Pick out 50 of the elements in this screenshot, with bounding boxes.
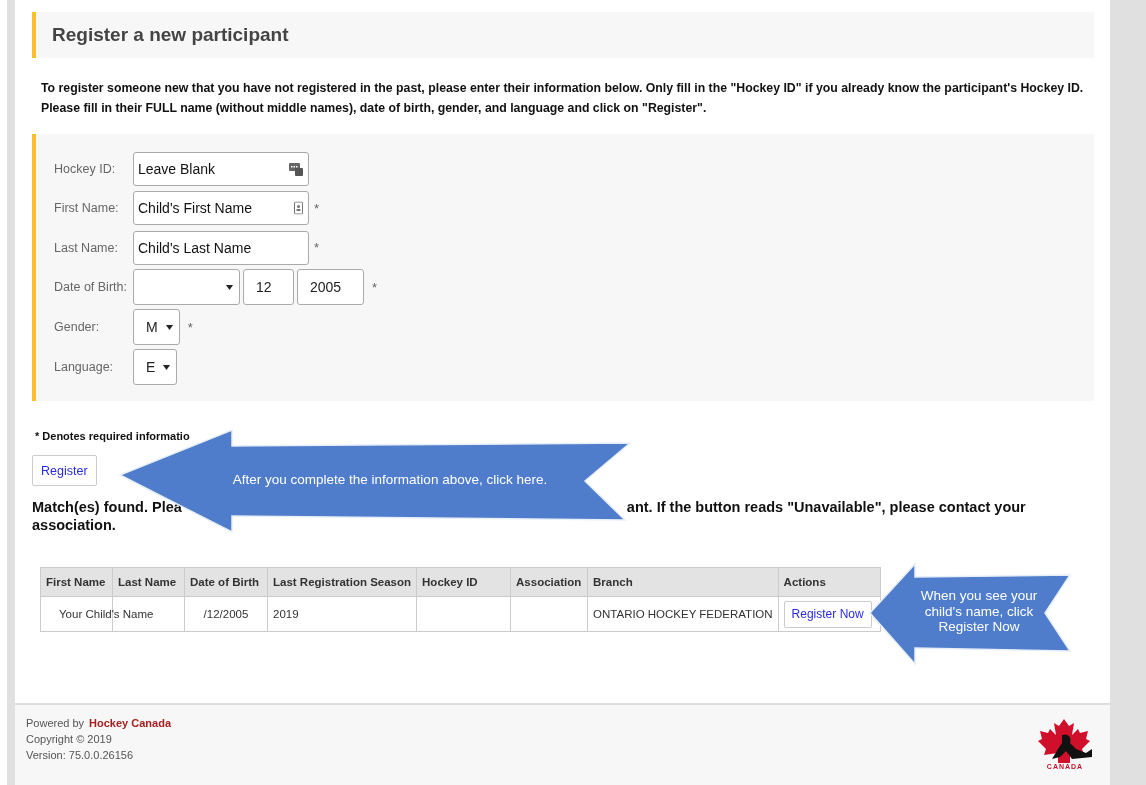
matches-text: association.: [32, 516, 116, 534]
text-field[interactable]: Child's Last Name: [133, 230, 309, 265]
date-select[interactable]: [133, 269, 240, 306]
required-mark: *: [314, 201, 320, 216]
column-header: Hockey ID: [416, 567, 511, 597]
dropdown-caret-icon: [226, 285, 233, 290]
version-text: Version: 75.0.0.26156: [26, 749, 135, 761]
table-cell: Your Child's Name: [59, 608, 154, 620]
powered-by-text: Powered by: [26, 717, 85, 729]
column-header: Branch: [587, 567, 779, 597]
required-note: * Denotes required informatio: [35, 429, 191, 443]
brand-link[interactable]: Hockey Canada: [89, 717, 172, 729]
contact-card-icon: [294, 202, 303, 215]
table-cell: 2019: [267, 596, 417, 632]
column-header: Association: [510, 567, 588, 597]
table-cell: ONTARIO HOCKEY FEDERATION: [587, 596, 779, 632]
dropdown-select[interactable]: E: [133, 349, 178, 386]
field-label: Language:: [54, 360, 115, 375]
required-mark: *: [372, 280, 378, 295]
field-label: Hockey ID:: [54, 162, 117, 177]
page-title: Register a new participant: [52, 24, 289, 46]
register-now-button[interactable]: Register Now: [783, 600, 872, 628]
callout-text: When you see your child's name, click Register Now: [919, 588, 1039, 635]
maple-leaf-logo-icon: [1036, 719, 1094, 763]
dropdown-caret-icon: [163, 365, 171, 370]
text-field[interactable]: Leave Blank: [133, 152, 309, 187]
register-button[interactable]: Register: [32, 455, 97, 486]
table-cell: /12/2005: [184, 596, 268, 632]
id-card-icon: [289, 162, 303, 177]
field-label: Last Name:: [54, 240, 119, 255]
column-header: First Name: [40, 567, 113, 597]
dropdown-select[interactable]: M: [133, 309, 180, 346]
instructions-text: To register someone new that you have not registered in the past, please enter their information below. Only fill in the "Hockey ID" if you already know the participant's Hockey ID. Please fill in their FULL name (without middle names), date of birth, gender, and language and click on "Register".: [41, 80, 1084, 117]
column-header: Actions: [778, 567, 881, 597]
field-label: First Name:: [54, 201, 120, 216]
field-label: Gender:: [54, 320, 101, 335]
date-select[interactable]: 2005: [297, 269, 364, 306]
date-select[interactable]: 12: [243, 269, 294, 306]
column-header: Last Name: [112, 567, 185, 597]
matches-text: ant. If the button reads "Unavailable", please contact your: [626, 498, 1026, 516]
dropdown-caret-icon: [165, 325, 173, 330]
matches-text: Match(es) found. Plea: [32, 498, 182, 516]
column-header: Last Registration Season: [267, 567, 417, 597]
copyright-text: Copyright © 2019: [26, 733, 113, 745]
column-header: Date of Birth: [184, 567, 268, 597]
callout-text: After you complete the information above, click here.: [231, 472, 549, 488]
required-mark: *: [314, 240, 320, 256]
required-mark: *: [187, 320, 193, 335]
text-field[interactable]: Child's First Name: [133, 191, 309, 226]
field-label: Date of Birth:: [54, 280, 128, 295]
